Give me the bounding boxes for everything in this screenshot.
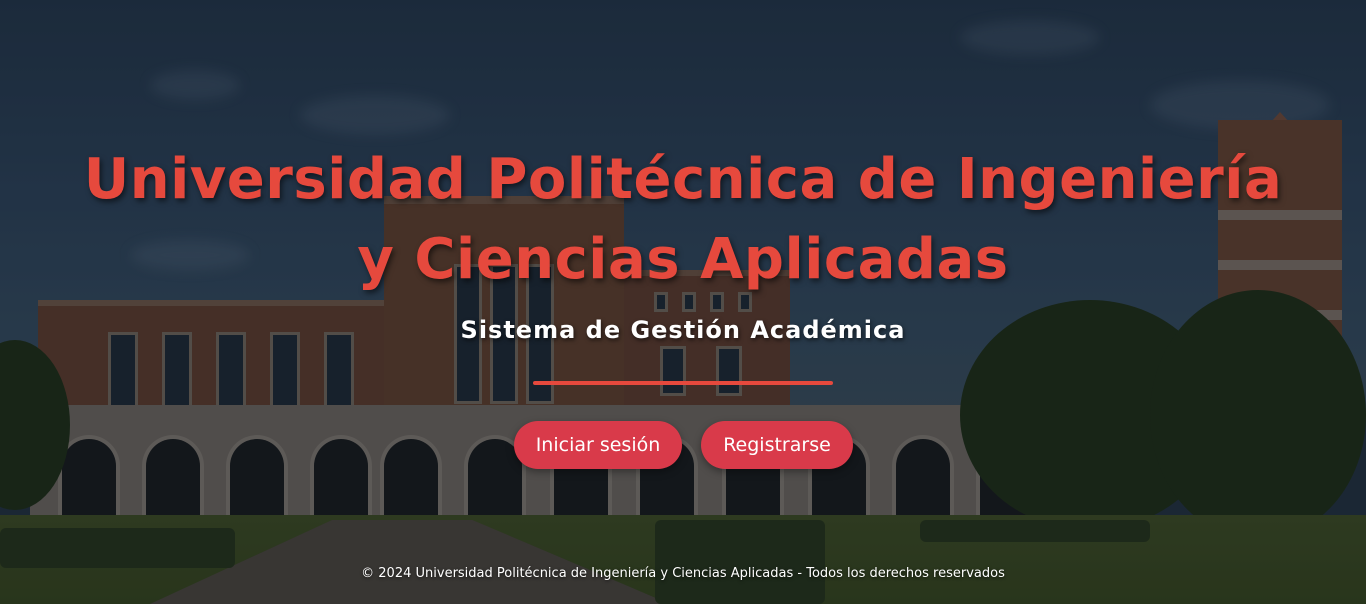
footer-copyright: © 2024 Universidad Politécnica de Ingeni… — [361, 566, 1005, 581]
hero-section: Universidad Politécnica de Ingeniería y … — [0, 0, 1366, 604]
register-button[interactable]: Registrarse — [701, 421, 853, 469]
system-subtitle: Sistema de Gestión Académica — [460, 316, 906, 344]
title-divider — [533, 381, 833, 385]
login-button[interactable]: Iniciar sesión — [514, 421, 682, 469]
university-title: Universidad Politécnica de Ingeniería y … — [83, 147, 1283, 292]
